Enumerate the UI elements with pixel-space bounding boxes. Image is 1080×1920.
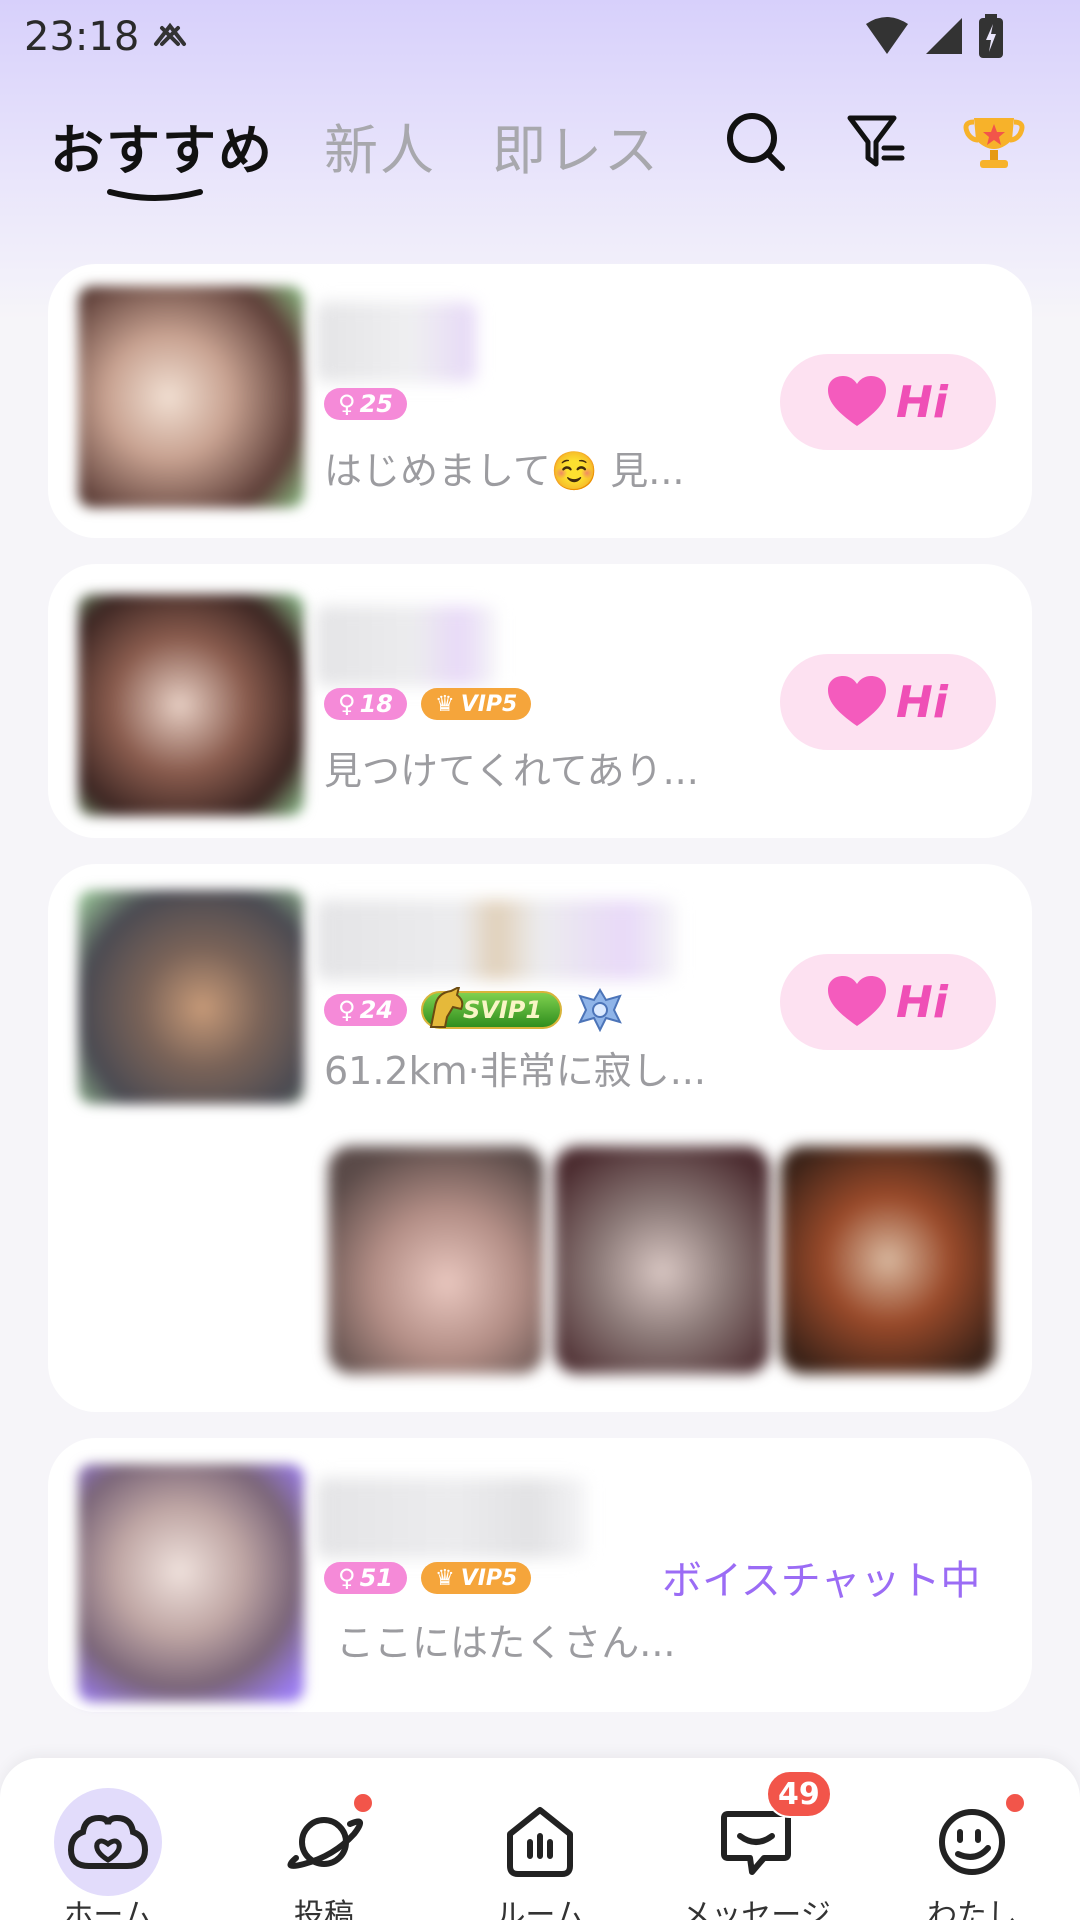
status-bar: 23:18 (0, 0, 1080, 72)
status-time: 23:18 (24, 14, 140, 60)
nav-home-label: ホーム (63, 1898, 153, 1920)
female-icon: ♀ (338, 690, 356, 718)
planet-icon (287, 1817, 363, 1869)
hi-button[interactable]: Hi (780, 954, 996, 1050)
user-badges: ♀ 18 ♛ VIP5 (324, 688, 532, 720)
user-message: はじめまして☺️ 見... (324, 449, 685, 493)
hi-label: Hi (896, 376, 948, 428)
hi-label: Hi (896, 676, 948, 728)
messages-unread-badge: 49 (766, 1770, 832, 1818)
user-name-redacted (316, 302, 476, 382)
female-icon: ♀ (338, 996, 356, 1024)
hi-button[interactable]: Hi (780, 654, 996, 750)
user-message: 見つけてくれてあり... (324, 749, 699, 793)
user-photo[interactable] (554, 1146, 770, 1374)
tab-quick-reply[interactable]: 即レス (492, 106, 660, 185)
crown-icon: ♛ (434, 691, 455, 717)
heart-icon (828, 976, 887, 1026)
age-badge: ♀ 18 (324, 688, 407, 720)
vip-badge: ♛ VIP5 (420, 1562, 532, 1594)
user-name-redacted (316, 606, 496, 686)
user-avatar[interactable] (78, 594, 304, 816)
face-icon (939, 1809, 1005, 1875)
svip-badge: SVIP1 (420, 987, 563, 1029)
user-photo[interactable] (780, 1146, 996, 1374)
bottom-navigation: ホーム 投稿 ルーム 49 メッセージ わたし (0, 1758, 1080, 1920)
rank-emblem-icon (578, 988, 622, 1032)
age-badge: ♀ 25 (324, 388, 407, 420)
nav-me-label: わたし (927, 1898, 1017, 1920)
nav-messages[interactable]: 49 メッセージ (666, 1770, 846, 1920)
user-card[interactable]: ♀ 25 はじめまして☺️ 見... Hi (48, 264, 1032, 538)
age-value: 51 (359, 1564, 393, 1592)
user-avatar[interactable] (78, 1464, 304, 1702)
room-icon (507, 1807, 573, 1877)
user-badges: ♀ 51 ♛ VIP5 (324, 1562, 532, 1594)
vip-label: VIP5 (460, 1565, 518, 1591)
user-card[interactable]: ♀ 51 ♛ VIP5 ボイスチャット中 ここにはたくさん... (48, 1438, 1032, 1712)
hi-label: Hi (896, 976, 948, 1028)
nav-rooms[interactable]: ルーム (450, 1772, 630, 1920)
nav-home[interactable]: ホーム (18, 1772, 198, 1920)
user-badges: ♀ 24 SVIP1 (324, 987, 624, 1032)
voice-chat-status[interactable]: ボイスチャット中 (662, 1548, 980, 1606)
wifi-icon (866, 17, 908, 54)
tab-recommended[interactable]: おすすめ (50, 106, 274, 185)
nav-messages-label: メッセージ (681, 1898, 831, 1920)
tab-newcomers[interactable]: 新人 (324, 106, 436, 185)
nav-home-icon-wrap (54, 1788, 162, 1896)
age-value: 24 (359, 996, 393, 1024)
nav-rooms-label: ルーム (495, 1898, 585, 1920)
user-name-redacted (316, 900, 676, 980)
age-badge: ♀ 51 (324, 1562, 407, 1594)
me-notification-dot (1004, 1792, 1026, 1814)
age-value: 25 (359, 390, 393, 418)
vip-label: VIP5 (460, 691, 518, 717)
top-tab-bar: おすすめ 新人 即レス (0, 96, 1080, 206)
trophy-icon[interactable] (962, 110, 1026, 174)
user-avatar[interactable] (78, 890, 304, 1104)
user-card[interactable]: ♀ 18 ♛ VIP5 見つけてくれてあり... Hi (48, 564, 1032, 838)
user-message: ここにはたくさん... (336, 1621, 676, 1665)
signal-icon (926, 18, 962, 54)
horse-icon (429, 987, 464, 1028)
crown-icon: ♛ (434, 1565, 455, 1591)
user-photo[interactable] (328, 1146, 544, 1374)
vip-badge: ♛ VIP5 (420, 688, 532, 720)
active-tab-indicator (107, 189, 203, 201)
nav-me[interactable]: わたし (882, 1772, 1062, 1920)
user-badges: ♀ 25 (324, 388, 407, 420)
user-name-redacted (316, 1478, 586, 1558)
nav-posts-label: 投稿 (294, 1898, 354, 1920)
user-photo-strip (316, 1146, 1032, 1374)
network-status-icon (154, 22, 186, 46)
user-message: 61.2km·非常に寂し... (324, 1049, 706, 1093)
user-avatar[interactable] (78, 286, 304, 508)
heart-icon (828, 676, 887, 726)
heart-icon (828, 376, 887, 426)
posts-notification-dot (352, 1792, 374, 1814)
age-value: 18 (359, 690, 393, 718)
home-icon (67, 1814, 149, 1869)
nav-rooms-icon-wrap (486, 1788, 594, 1896)
nav-posts[interactable]: 投稿 (234, 1772, 414, 1920)
battery-icon (979, 14, 1003, 58)
age-badge: ♀ 24 (324, 994, 407, 1026)
user-card[interactable]: ♀ 24 SVIP1 61.2km·非常に寂し... Hi (48, 864, 1032, 1412)
filter-icon[interactable] (844, 110, 908, 174)
hi-button[interactable]: Hi (780, 354, 996, 450)
female-icon: ♀ (338, 390, 356, 418)
svip-label: SVIP1 (462, 996, 543, 1024)
female-icon: ♀ (338, 1564, 356, 1592)
search-icon[interactable] (724, 110, 788, 174)
